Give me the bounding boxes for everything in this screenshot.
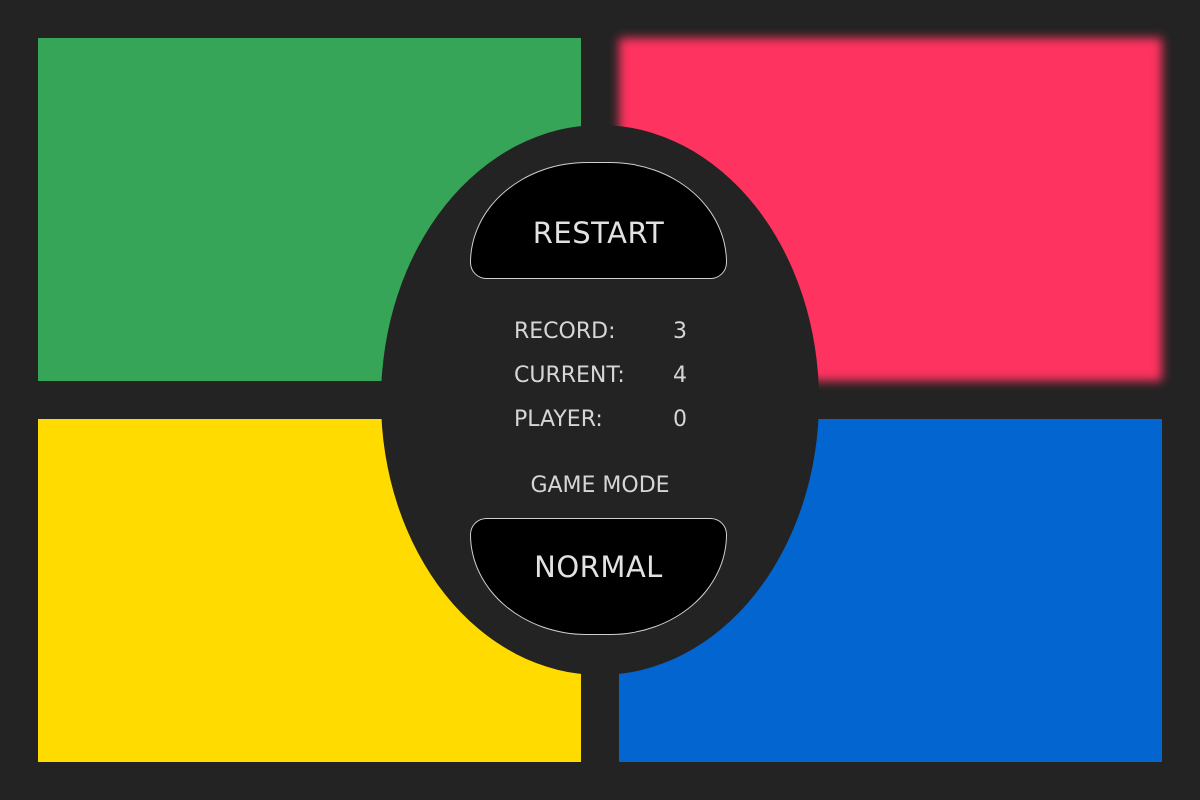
player-row: PLAYER: 0 (514, 405, 714, 449)
current-label: CURRENT: (514, 363, 625, 388)
game-mode-value: NORMAL (534, 549, 663, 584)
record-row: RECORD: 3 (514, 317, 714, 361)
restart-button[interactable]: RESTART (470, 162, 727, 279)
game-board: RESTART RECORD: 3 CURRENT: 4 PLAYER: 0 G… (0, 0, 1200, 800)
player-label: PLAYER: (514, 407, 603, 432)
score-panel: RECORD: 3 CURRENT: 4 PLAYER: 0 (514, 317, 714, 449)
record-value: 3 (673, 319, 687, 344)
control-panel: RESTART RECORD: 3 CURRENT: 4 PLAYER: 0 G… (381, 125, 819, 675)
record-label: RECORD: (514, 319, 616, 344)
current-row: CURRENT: 4 (514, 361, 714, 405)
game-mode-title: GAME MODE (530, 473, 670, 498)
restart-label: RESTART (532, 215, 665, 250)
current-value: 4 (673, 363, 687, 388)
player-value: 0 (673, 407, 687, 432)
game-mode-button[interactable]: NORMAL (470, 518, 727, 635)
